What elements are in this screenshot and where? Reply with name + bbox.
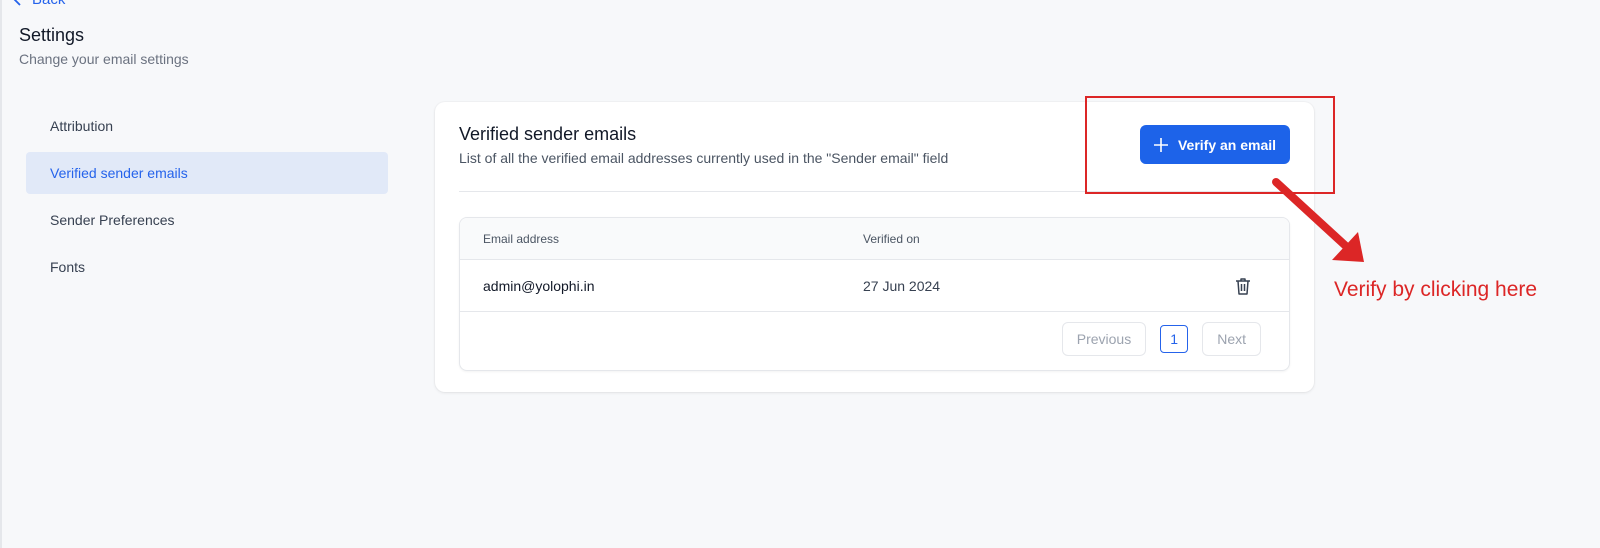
annotation-arrow-icon [1272, 178, 1364, 262]
settings-sidebar: Attribution Verified sender emails Sende… [26, 105, 388, 293]
sidebar-item-verified-sender-emails[interactable]: Verified sender emails [26, 152, 388, 194]
email-cell: admin@yolophi.in [483, 277, 595, 294]
table-row: admin@yolophi.in 27 Jun 2024 [460, 260, 1289, 312]
card-description: List of all the verified email addresses… [459, 150, 949, 166]
sidebar-item-label: Attribution [50, 118, 114, 134]
sidebar-item-label: Sender Preferences [50, 212, 175, 228]
back-label: Back [32, 0, 65, 8]
sidebar-item-attribution[interactable]: Attribution [26, 105, 388, 147]
card-title: Verified sender emails [459, 124, 637, 144]
table-header: Email address Verified on [460, 218, 1289, 260]
column-header-email: Email address [483, 231, 560, 246]
verified-on-cell: 27 Jun 2024 [863, 277, 941, 294]
previous-page-button[interactable]: Previous [1061, 322, 1147, 356]
annotation-text: Verify by clicking here [1334, 278, 1538, 301]
sidebar-item-fonts[interactable]: Fonts [26, 246, 388, 288]
sidebar-item-sender-preferences[interactable]: Sender Preferences [26, 199, 388, 241]
window-left-border [0, 0, 2, 548]
page-subtitle: Change your email settings [19, 51, 189, 67]
sidebar-item-label: Verified sender emails [50, 165, 188, 181]
page-number-current[interactable]: 1 [1160, 325, 1189, 353]
chevron-left-icon [14, 0, 21, 6]
column-header-verified-on: Verified on [863, 231, 920, 246]
page-title: Settings [19, 25, 85, 45]
sidebar-item-label: Fonts [50, 259, 86, 275]
verified-emails-table: Email address Verified on admin@yolophi.… [459, 217, 1290, 371]
pagination: Previous 1 Next [1061, 322, 1261, 356]
trash-icon[interactable] [1233, 276, 1253, 296]
next-page-button[interactable]: Next [1202, 322, 1261, 356]
back-link[interactable]: Back [12, 0, 65, 8]
